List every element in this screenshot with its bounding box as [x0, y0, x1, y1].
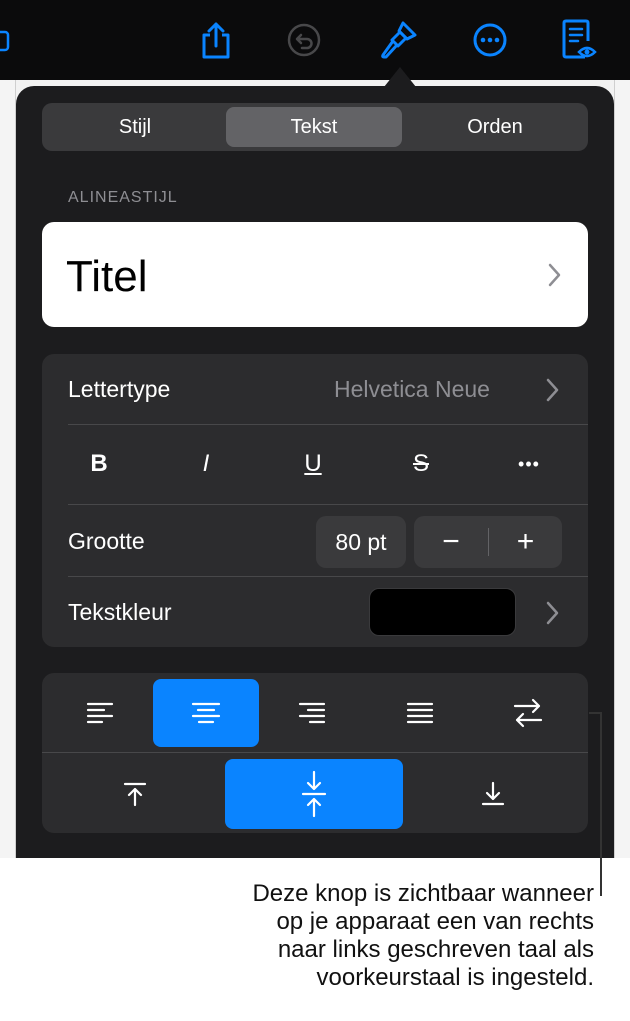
divider — [42, 752, 588, 753]
divider — [68, 504, 588, 505]
align-top-icon — [123, 782, 147, 807]
align-left-button[interactable] — [58, 679, 142, 747]
bold-button[interactable]: B — [69, 432, 129, 496]
more-format-label: ••• — [518, 453, 540, 474]
media-icon[interactable] — [0, 28, 10, 54]
align-middle-icon — [301, 770, 327, 818]
align-right-icon — [298, 702, 326, 724]
underline-label: U — [304, 450, 322, 477]
toolbar — [0, 0, 630, 80]
callout-line-2: op je apparaat een van rechts — [276, 908, 594, 935]
justify-button[interactable] — [378, 679, 462, 747]
align-left-icon — [86, 702, 114, 724]
italic-label: I — [202, 450, 210, 477]
strikethrough-button[interactable]: S — [391, 432, 451, 496]
section-title: ALINEASTIJL — [68, 189, 178, 206]
font-size-field[interactable]: 80 pt — [316, 516, 406, 568]
align-top-button[interactable] — [60, 760, 210, 828]
text-direction-button[interactable] — [486, 679, 570, 747]
paragraph-style-name: Titel — [66, 252, 148, 301]
text-direction-icon — [513, 698, 543, 728]
paragraph-style-button[interactable]: Titel — [42, 222, 588, 327]
share-icon[interactable] — [196, 18, 236, 62]
decrease-size-button[interactable]: − — [414, 516, 488, 568]
align-bottom-button[interactable] — [418, 760, 568, 828]
minus-icon: − — [442, 525, 460, 558]
bold-label: B — [90, 450, 108, 477]
callout-line-3: naar links geschreven taal als — [277, 936, 594, 963]
callout-line-4: voorkeurstaal is ingesteld. — [316, 964, 594, 991]
more-format-button[interactable]: ••• — [499, 432, 559, 496]
font-row[interactable] — [42, 354, 588, 424]
segmented-control: Stijl Tekst Orden — [42, 103, 588, 151]
text-color-swatch[interactable] — [369, 588, 516, 636]
chevron-right-icon — [548, 263, 561, 287]
font-value: Helvetica Neue — [334, 376, 490, 402]
tab-orden[interactable]: Orden — [406, 107, 584, 147]
italic-button[interactable]: I — [176, 432, 236, 496]
undo-icon — [284, 20, 324, 60]
increase-size-button[interactable]: + — [489, 516, 562, 568]
format-brush-icon[interactable] — [378, 16, 422, 62]
align-right-button[interactable] — [270, 679, 354, 747]
font-size-stepper: − + — [414, 516, 562, 568]
document-edge-left — [0, 80, 16, 858]
align-center-icon — [191, 702, 221, 724]
strikethrough-label: S — [412, 450, 429, 477]
chevron-right-icon — [546, 601, 559, 625]
chevron-right-icon — [546, 378, 559, 402]
underline-button[interactable]: U — [283, 432, 343, 496]
callout-line — [600, 712, 602, 896]
reading-view-icon[interactable] — [558, 16, 600, 64]
align-middle-button[interactable] — [225, 759, 403, 829]
divider — [68, 424, 588, 425]
callout-line-1: Deze knop is zichtbaar wanneer — [252, 880, 594, 907]
callout-text: Deze knop is zichtbaar wanneer op je app… — [154, 880, 594, 992]
size-label: Grootte — [68, 528, 145, 554]
document-edge-right — [614, 80, 630, 858]
align-center-button[interactable] — [153, 679, 259, 747]
tab-tekst[interactable]: Tekst — [226, 107, 402, 147]
more-icon[interactable] — [470, 20, 510, 60]
justify-icon — [406, 702, 434, 724]
tab-stijl[interactable]: Stijl — [46, 107, 224, 147]
align-bottom-icon — [481, 781, 505, 806]
plus-icon: + — [516, 525, 535, 558]
popover-arrow — [384, 67, 416, 87]
